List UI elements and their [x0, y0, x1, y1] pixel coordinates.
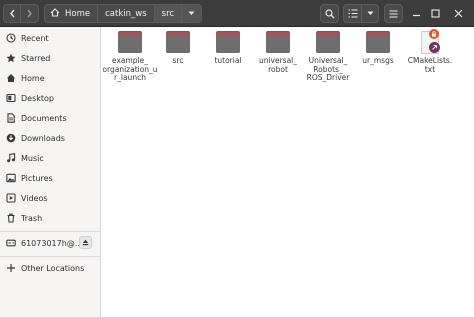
- maximize-button[interactable]: [427, 4, 444, 23]
- breadcrumb-src[interactable]: src: [154, 4, 183, 23]
- header-bar: Home catkin_ws src: [0, 0, 474, 27]
- download-icon: [6, 133, 16, 143]
- file-name: CMakeLists. txt: [407, 56, 453, 74]
- sidebar-item-label: Starred: [21, 53, 51, 63]
- file-view: example_ organization_ur_launch src tuto…: [102, 27, 474, 317]
- file-item-example-organization-ur-launch[interactable]: example_ organization_ur_launch: [102, 31, 158, 83]
- lock-icon: [429, 29, 439, 39]
- eject-icon: [82, 239, 89, 246]
- view-options-button[interactable]: [362, 4, 379, 23]
- home-icon: [50, 7, 60, 20]
- close-button[interactable]: [449, 4, 467, 23]
- main-menu-button[interactable]: [384, 4, 403, 23]
- folder-icon: [215, 31, 241, 55]
- sidebar-divider: [0, 231, 100, 232]
- folder-icon: [265, 31, 291, 55]
- sidebar-item-other-locations[interactable]: Other Locations: [0, 259, 100, 277]
- close-icon: [454, 9, 462, 18]
- navigation-buttons: [3, 4, 39, 23]
- sidebar-item-label: Other Locations: [21, 263, 85, 273]
- star-icon: [6, 53, 16, 63]
- music-icon: [6, 153, 16, 163]
- sidebar-item-label: Documents: [21, 113, 67, 123]
- video-icon: [6, 193, 16, 203]
- minimize-button[interactable]: [408, 4, 425, 23]
- file-item-ur-msgs[interactable]: ur_msgs: [351, 31, 405, 66]
- sidebar-item-label: 61073017h@...: [21, 238, 83, 248]
- plus-icon: [6, 263, 16, 273]
- view-controls: [343, 4, 379, 23]
- list-view-icon: [348, 9, 357, 18]
- breadcrumb-home[interactable]: Home: [44, 4, 99, 23]
- sidebar-item-label: Trash: [21, 213, 43, 223]
- desktop-icon: [6, 93, 16, 103]
- symlink-arrow-icon: [429, 42, 440, 53]
- sidebar-item-trash[interactable]: Trash: [0, 209, 100, 227]
- chevron-left-icon: [9, 9, 15, 18]
- maximize-icon: [431, 9, 440, 18]
- file-name: tutorial: [214, 56, 242, 65]
- file-item-tutorial[interactable]: tutorial: [201, 31, 255, 66]
- sidebar-divider: [0, 256, 100, 257]
- file-name: Universal_ Robots_ ROS_Driver: [306, 56, 350, 83]
- sidebar-item-label: Desktop: [21, 93, 54, 103]
- drive-icon: [6, 238, 16, 248]
- sidebar-item-downloads[interactable]: Downloads: [0, 129, 100, 147]
- forward-button[interactable]: [21, 4, 39, 23]
- sidebar-item-recent[interactable]: Recent: [0, 29, 100, 47]
- back-button[interactable]: [3, 4, 21, 23]
- sidebar-item-label: Music: [21, 153, 44, 163]
- sidebar-item-pictures[interactable]: Pictures: [0, 169, 100, 187]
- search-button[interactable]: [320, 4, 339, 23]
- folder-icon: [165, 31, 191, 55]
- sidebar-item-label: Home: [21, 73, 45, 83]
- breadcrumb-label: Home: [65, 8, 91, 19]
- file-name: universal_ robot: [258, 56, 298, 74]
- folder-icon: [365, 31, 391, 55]
- minimize-icon: [413, 14, 420, 17]
- list-view-button[interactable]: [343, 4, 362, 23]
- search-icon: [324, 8, 334, 18]
- sidebar: Recent Starred Home Desktop Documents Do…: [0, 27, 101, 317]
- sidebar-item-music[interactable]: Music: [0, 149, 100, 167]
- sidebar-item-network-drive[interactable]: 61073017h@...: [0, 234, 100, 252]
- folder-icon: [315, 31, 341, 55]
- sidebar-item-home[interactable]: Home: [0, 69, 100, 87]
- sidebar-item-label: Videos: [21, 193, 48, 203]
- file-item-universal-robots-ros-driver[interactable]: Universal_ Robots_ ROS_Driver: [301, 31, 355, 83]
- sidebar-item-videos[interactable]: Videos: [0, 189, 100, 207]
- eject-button[interactable]: [79, 236, 92, 249]
- file-item-cmakelists-txt[interactable]: CMakeLists. txt: [403, 29, 457, 74]
- breadcrumb-label: catkin_ws: [105, 8, 147, 19]
- clock-icon: [6, 33, 16, 43]
- breadcrumb-menu-button[interactable]: [182, 4, 203, 23]
- breadcrumb-catkin-ws[interactable]: catkin_ws: [98, 4, 155, 23]
- sidebar-item-label: Downloads: [21, 133, 65, 143]
- sidebar-item-desktop[interactable]: Desktop: [0, 89, 100, 107]
- folder-icon: [117, 31, 143, 55]
- picture-icon: [6, 173, 16, 183]
- document-icon: [6, 113, 16, 123]
- sidebar-item-label: Recent: [21, 33, 49, 43]
- trash-icon: [6, 213, 16, 223]
- chevron-right-icon: [27, 9, 32, 18]
- home-icon: [6, 73, 16, 83]
- file-item-src[interactable]: src: [151, 31, 205, 66]
- sidebar-item-starred[interactable]: Starred: [0, 49, 100, 67]
- text-file-icon: [417, 29, 443, 55]
- caret-down-icon: [367, 11, 373, 15]
- file-name: ur_msgs: [362, 56, 394, 65]
- sidebar-item-label: Pictures: [21, 173, 53, 183]
- caret-down-icon: [188, 11, 195, 15]
- breadcrumb-label: src: [161, 8, 175, 19]
- file-name: src: [172, 56, 184, 65]
- file-item-universal-robot[interactable]: universal_ robot: [251, 31, 305, 74]
- hamburger-menu-icon: [389, 9, 398, 18]
- path-bar: Home catkin_ws src: [44, 4, 203, 23]
- sidebar-item-documents[interactable]: Documents: [0, 109, 100, 127]
